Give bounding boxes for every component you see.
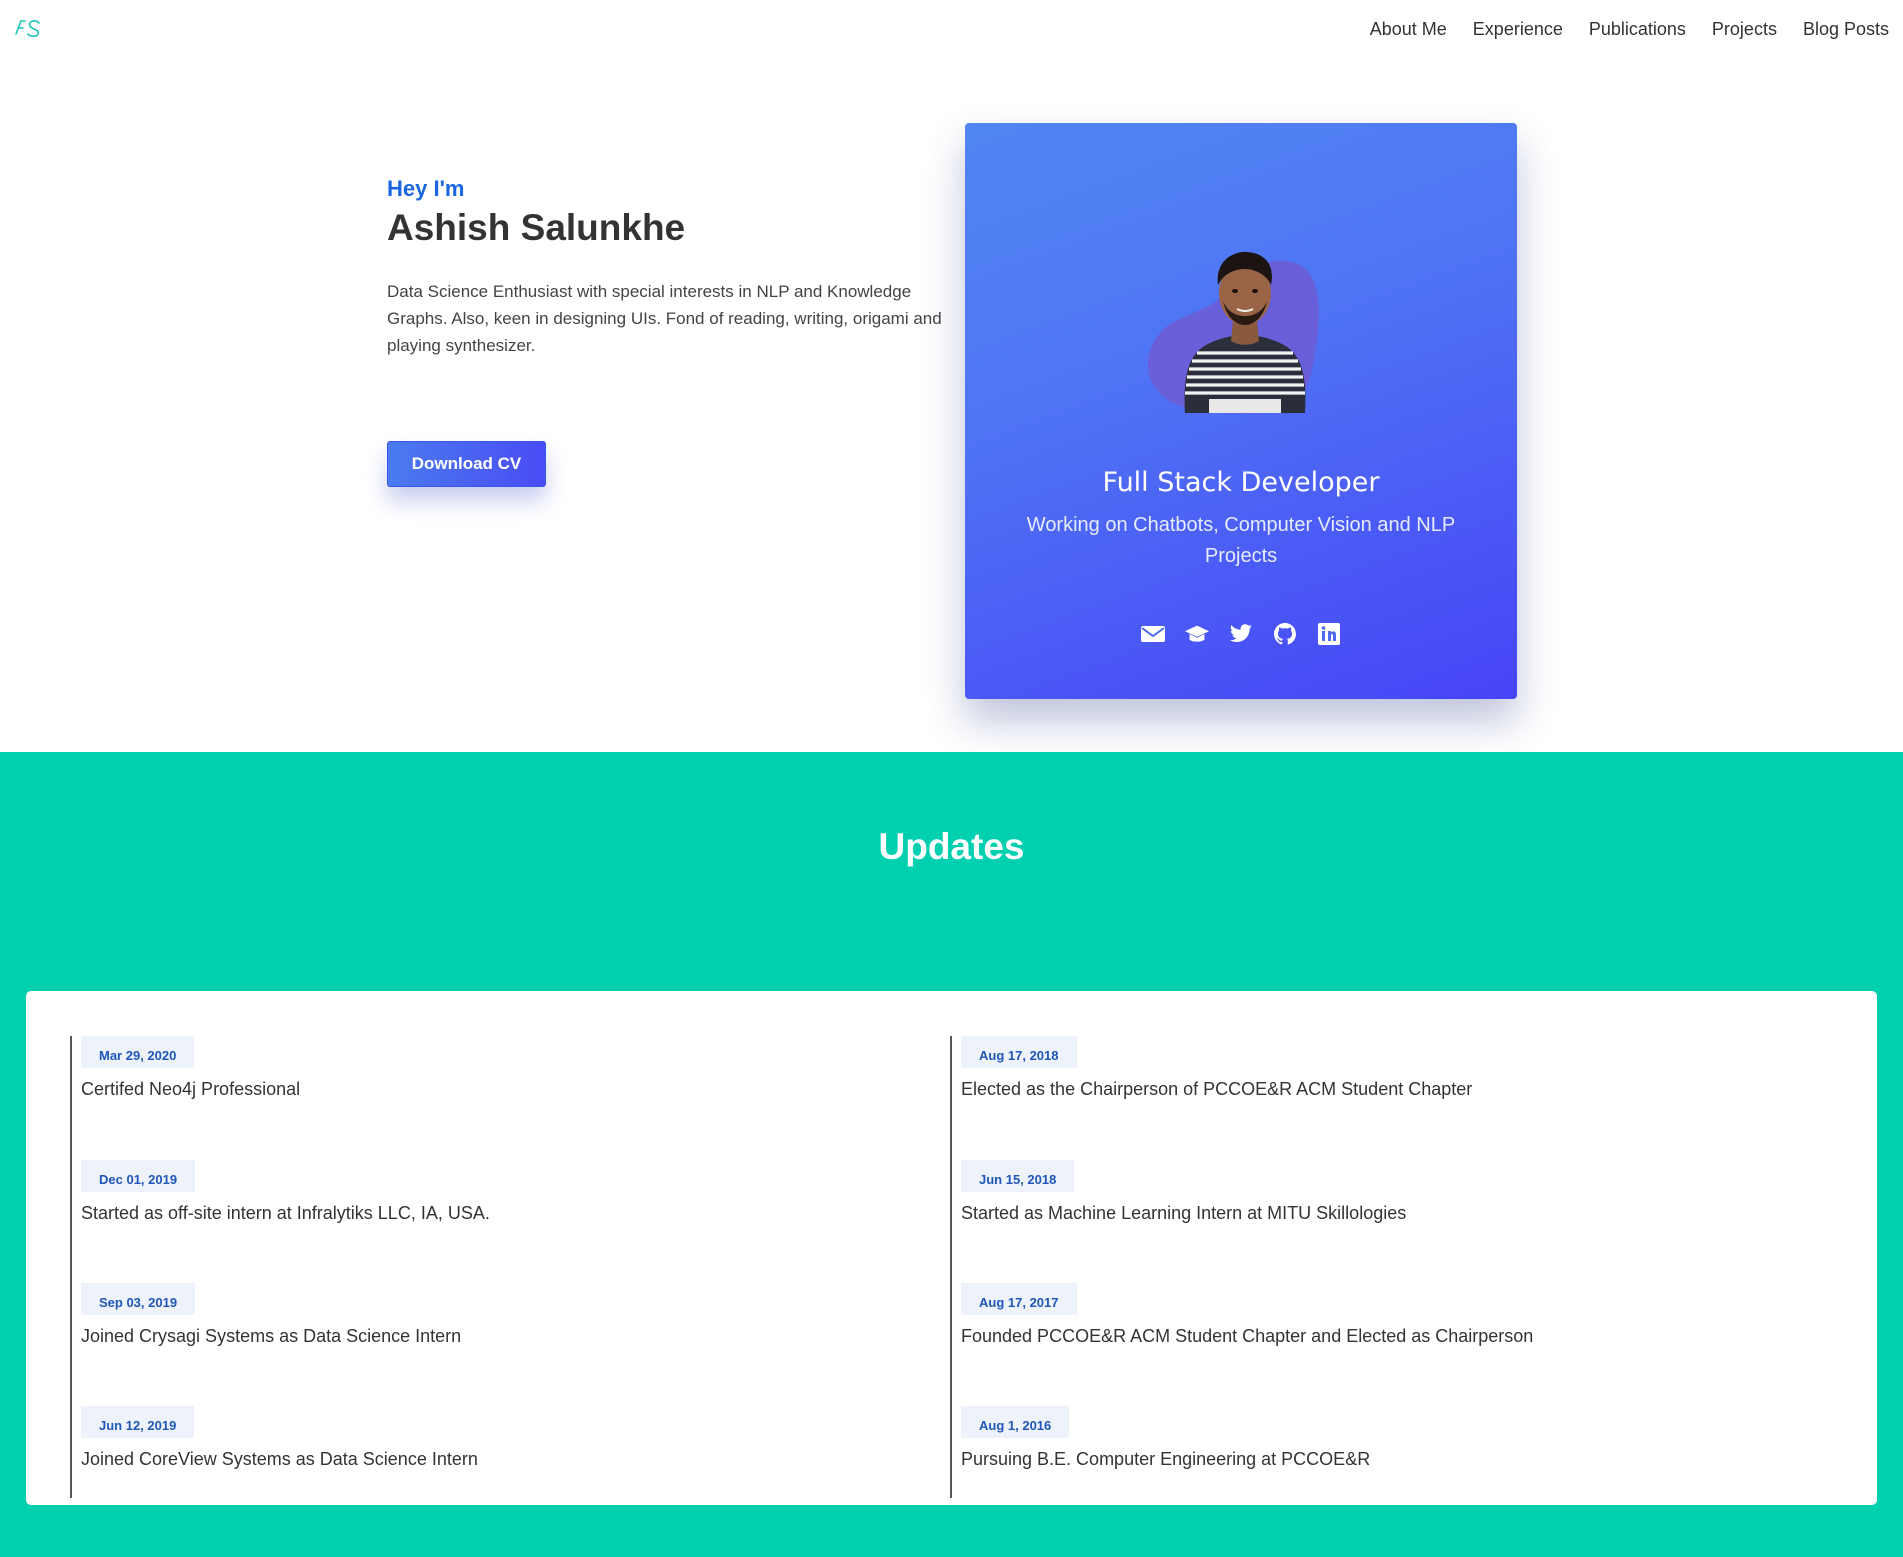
update-text: Started as Machine Learning Intern at MI… xyxy=(961,1203,1407,1223)
twitter-icon[interactable] xyxy=(1228,621,1254,647)
update-text: Elected as the Chairperson of PCCOE&R AC… xyxy=(961,1079,1473,1099)
download-cv-button[interactable]: Download CV xyxy=(387,441,546,487)
github-icon[interactable] xyxy=(1272,621,1298,647)
update-text: Pursuing B.E. Computer Engineering at PC… xyxy=(961,1449,1371,1469)
nav-link-about-me[interactable]: About Me xyxy=(1370,18,1447,40)
social-links xyxy=(965,621,1517,647)
bio-text: Data Science Enthusiast with special int… xyxy=(387,282,942,355)
timeline-item: Sep 03, 2019 Joined Crysagi Systems as D… xyxy=(81,1283,461,1347)
timeline-item: Jun 15, 2018 Started as Machine Learning… xyxy=(961,1160,1406,1224)
date-badge: Aug 17, 2018 xyxy=(961,1036,1077,1068)
updates-title: Updates xyxy=(878,826,1025,867)
timeline-item: Jun 12, 2019 Joined CoreView Systems as … xyxy=(81,1406,478,1470)
update-text: Joined Crysagi Systems as Data Science I… xyxy=(81,1326,462,1346)
date-badge: Jun 12, 2019 xyxy=(81,1406,195,1438)
updates-panel: Mar 29, 2020 Certifed Neo4j Professional… xyxy=(26,991,1877,1505)
date-badge: Jun 15, 2018 xyxy=(961,1160,1075,1192)
date-badge: Dec 01, 2019 xyxy=(81,1160,196,1192)
update-text: Joined CoreView Systems as Data Science … xyxy=(81,1449,478,1469)
date-badge: Aug 1, 2016 xyxy=(961,1406,1070,1438)
updates-section: Updates Mar 29, 2020 Certifed Neo4j Prof… xyxy=(0,752,1903,1557)
card-subtitle: Working on Chatbots, Computer Vision and… xyxy=(1026,514,1456,567)
date-badge: Mar 29, 2020 xyxy=(81,1036,195,1068)
top-nav: About Me Experience Publications Project… xyxy=(0,0,1903,58)
card-title: Full Stack Developer xyxy=(1102,467,1380,498)
profile-card: Full Stack Developer Working on Chatbots… xyxy=(965,123,1517,699)
linkedin-icon[interactable] xyxy=(1316,621,1342,647)
timeline-left: Mar 29, 2020 Certifed Neo4j Professional… xyxy=(70,1036,932,1498)
timeline-item: Mar 29, 2020 Certifed Neo4j Professional xyxy=(81,1036,300,1100)
nav-link-projects[interactable]: Projects xyxy=(1712,18,1777,40)
envelope-icon[interactable] xyxy=(1140,621,1166,647)
nav-link-publications[interactable]: Publications xyxy=(1589,18,1686,40)
timeline-item: Aug 17, 2017 Founded PCCOE&R ACM Student… xyxy=(961,1283,1533,1347)
nav-links: About Me Experience Publications Project… xyxy=(1344,18,1889,40)
update-text: Founded PCCOE&R ACM Student Chapter and … xyxy=(961,1326,1534,1346)
date-badge: Aug 17, 2017 xyxy=(961,1283,1077,1315)
timeline-right: Aug 17, 2018 Elected as the Chairperson … xyxy=(950,1036,1832,1498)
hero-intro: Hey I'm Ashish Salunkhe Data Science Ent… xyxy=(387,174,947,359)
nav-link-blog-posts[interactable]: Blog Posts xyxy=(1803,18,1889,40)
logo-icon[interactable] xyxy=(13,17,43,39)
timeline-item: Dec 01, 2019 Started as off-site intern … xyxy=(81,1160,490,1224)
avatar xyxy=(1125,203,1365,443)
timeline-item: Aug 1, 2016 Pursuing B.E. Computer Engin… xyxy=(961,1406,1370,1470)
page-title: Ashish Salunkhe xyxy=(387,207,686,248)
graduation-cap-icon[interactable] xyxy=(1184,621,1210,647)
date-badge: Sep 03, 2019 xyxy=(81,1283,196,1315)
timeline-item: Aug 17, 2018 Elected as the Chairperson … xyxy=(961,1036,1472,1100)
update-text: Certifed Neo4j Professional xyxy=(81,1079,301,1099)
nav-link-experience[interactable]: Experience xyxy=(1473,18,1563,40)
update-text: Started as off-site intern at Infralytik… xyxy=(81,1203,490,1223)
greeting: Hey I'm xyxy=(387,176,465,201)
